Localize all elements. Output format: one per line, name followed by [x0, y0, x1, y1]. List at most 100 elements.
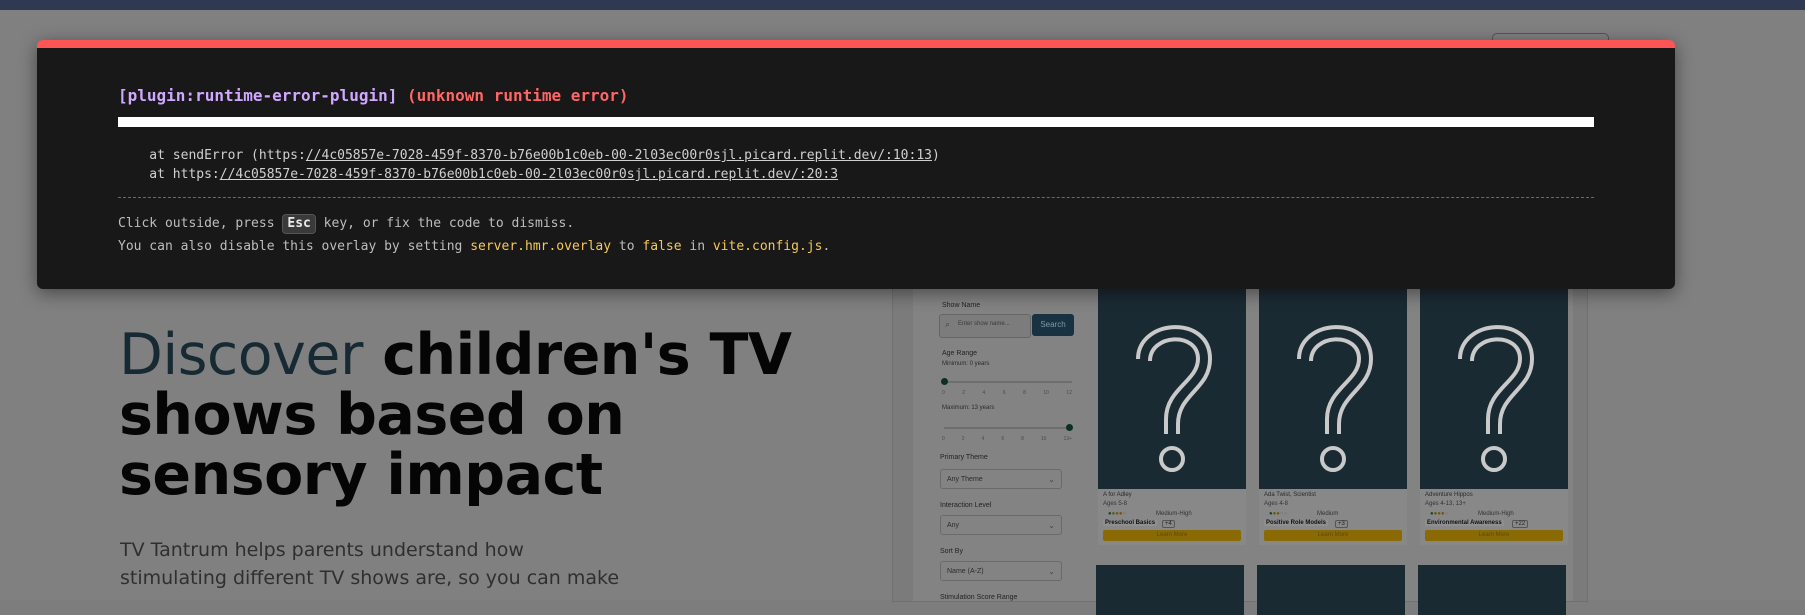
primary-theme-label: Primary Theme: [940, 454, 988, 461]
tick: 2: [961, 436, 965, 442]
more-tags-badge: +4: [1162, 520, 1175, 528]
minimum-age-label: Minimum: 0 years: [942, 361, 990, 367]
tip-line-2: You can also disable this overlay by set…: [118, 235, 830, 258]
stack-link[interactable]: //4c05857e-7028-459f-8370-b76e00b1c0eb-0…: [306, 148, 932, 163]
error-message: (unknown runtime error): [407, 86, 629, 105]
chevron-down-icon: ⌄: [1048, 475, 1055, 484]
false-keyword: false: [642, 239, 682, 254]
show-name-label: Show Name: [942, 302, 981, 309]
min-age-slider-handle[interactable]: [941, 378, 948, 385]
tick: 8: [1023, 390, 1026, 396]
search-icon: ⌕: [945, 319, 951, 329]
search-placeholder: Enter show name...: [958, 321, 1010, 327]
config-file-name: vite.config.js: [712, 239, 823, 254]
hero-title-accent: Discover: [119, 322, 363, 388]
error-code-frame: [118, 117, 1594, 127]
error-title: [plugin:runtime-error-plugin] (unknown r…: [118, 86, 629, 105]
setting-name: server.hmr.overlay: [470, 239, 612, 254]
tick: 6: [1002, 390, 1006, 396]
tip-text: You can also disable this overlay by set…: [118, 239, 471, 254]
error-stack-trace: at sendError (https://4c05857e-7028-459f…: [118, 146, 940, 184]
question-mark-icon: [1136, 325, 1213, 472]
stack-prefix: at sendError (https:: [118, 148, 306, 163]
stack-suffix: ): [931, 148, 940, 163]
interaction-level-value: Any: [947, 522, 960, 529]
learn-more-button[interactable]: Learn More: [1425, 530, 1563, 541]
overlay-tip: Click outside, press Esc key, or fix the…: [118, 212, 830, 258]
question-mark-icon: [1458, 325, 1535, 472]
stack-line: at https://4c05857e-7028-459f-8370-b76e0…: [118, 165, 940, 184]
tip-text: to: [611, 239, 643, 254]
show-card-next-row[interactable]: [1096, 565, 1244, 615]
tick: 6: [1001, 436, 1005, 442]
interaction-level-select[interactable]: Any ⌄: [940, 515, 1062, 535]
stimulation-dots: ●●●●○: [1108, 511, 1127, 517]
tick: 0: [942, 436, 945, 442]
tick: 4: [982, 390, 986, 396]
tip-text: .: [822, 239, 831, 254]
error-overlay[interactable]: [plugin:runtime-error-plugin] (unknown r…: [37, 40, 1675, 289]
stimulation-level: Medium-High: [1478, 511, 1514, 517]
esc-key: Esc: [282, 214, 316, 234]
stimulation-level: Medium: [1317, 511, 1339, 517]
age-range-label: Age Range: [942, 350, 978, 357]
show-image-placeholder: [1098, 289, 1246, 489]
tick: 0: [942, 390, 945, 396]
show-age: Ages 5-8: [1103, 501, 1128, 507]
more-tags-badge: +22: [1512, 520, 1529, 528]
tick: 10: [1040, 436, 1047, 442]
show-age: Ages 4-13, 13+: [1425, 501, 1466, 507]
theme-tag: Preschool Basics: [1103, 520, 1158, 526]
stack-line: at sendError (https://4c05857e-7028-459f…: [118, 146, 940, 165]
question-mark-icon: [1297, 325, 1374, 472]
chevron-down-icon: ⌄: [1048, 521, 1055, 530]
tip-text: key, or fix the code to dismiss.: [315, 216, 575, 231]
tick: 8: [1021, 436, 1024, 442]
browser-top-bar: [0, 0, 1805, 10]
tip-line-1: Click outside, press Esc key, or fix the…: [118, 212, 830, 235]
stack-prefix: at https:: [118, 167, 220, 182]
stimulation-dots: ●●●●○: [1430, 511, 1449, 517]
show-image-placeholder: [1259, 289, 1407, 489]
min-age-slider-track[interactable]: [944, 381, 1072, 383]
tick: 4: [981, 436, 985, 442]
tick: 10: [1043, 390, 1049, 396]
more-tags-badge: +3: [1335, 520, 1348, 528]
divider: [118, 197, 1594, 198]
primary-theme-select[interactable]: Any Theme ⌄: [940, 469, 1062, 489]
stimulation-level: Medium-High: [1156, 511, 1192, 517]
hero-description: TV Tantrum helps parents understand how …: [120, 539, 620, 589]
theme-tag: Positive Role Models: [1264, 520, 1329, 526]
learn-more-button[interactable]: Learn More: [1103, 530, 1241, 541]
maximum-age-label: Maximum: 13 years: [942, 405, 995, 411]
min-age-ticks: 0 2 4 6 8 10 12: [942, 390, 1072, 396]
sort-by-select[interactable]: Name (A-Z) ⌄: [940, 561, 1062, 581]
tick: 12: [1066, 390, 1072, 396]
tip-text: in: [681, 239, 713, 254]
show-card-body: Adventure Hippos Ages 4-13, 13+ ●●●●○ Me…: [1420, 489, 1568, 545]
show-name: Ada Twist, Scientist: [1264, 492, 1316, 498]
max-age-slider-handle[interactable]: [1066, 424, 1073, 431]
learn-more-button[interactable]: Learn More: [1264, 530, 1402, 541]
chevron-down-icon: ⌄: [1048, 567, 1055, 576]
show-card-body: Ada Twist, Scientist Ages 4-8 ●●●○○ Medi…: [1259, 489, 1407, 545]
show-name: A for Adley: [1103, 492, 1132, 498]
show-name: Adventure Hippos: [1425, 492, 1473, 498]
stimulation-dots: ●●●○○: [1269, 511, 1288, 517]
show-card-next-row[interactable]: [1418, 565, 1566, 615]
stack-link[interactable]: //4c05857e-7028-459f-8370-b76e00b1c0eb-0…: [220, 167, 838, 182]
show-card-body: A for Adley Ages 5-8 ●●●●○ Medium-High P…: [1098, 489, 1246, 545]
search-input[interactable]: ⌕ Enter show name...: [939, 314, 1031, 338]
hero-title: Discover children's TV shows based on se…: [119, 325, 839, 505]
primary-theme-value: Any Theme: [947, 476, 983, 483]
interaction-level-label: Interaction Level: [940, 502, 992, 509]
tick: 2: [962, 390, 966, 396]
sort-by-label: Sort By: [940, 548, 963, 555]
show-card-next-row[interactable]: [1257, 565, 1405, 615]
search-button[interactable]: Search: [1032, 314, 1074, 336]
sort-by-value: Name (A-Z): [947, 568, 984, 575]
theme-tag: Environmental Awareness: [1425, 520, 1504, 526]
max-age-slider-track[interactable]: [944, 427, 1072, 429]
max-age-ticks: 0 2 4 6 8 10 13+: [942, 436, 1072, 442]
plugin-name: [plugin:runtime-error-plugin]: [118, 86, 398, 105]
